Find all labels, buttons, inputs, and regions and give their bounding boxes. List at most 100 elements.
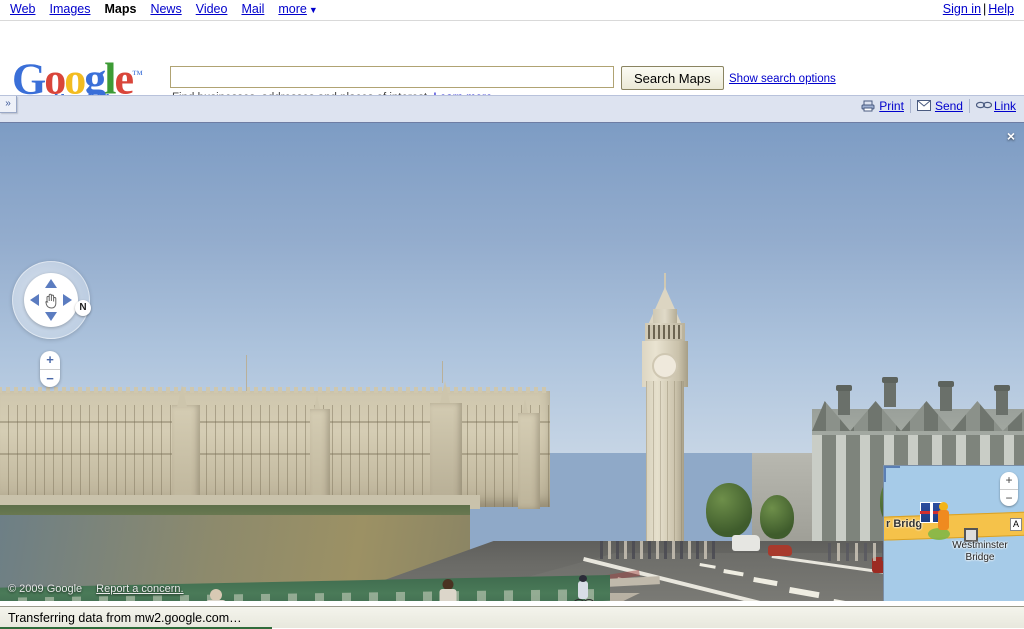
link-link[interactable]: Link (994, 99, 1016, 113)
chevron-down-icon: ▼ (307, 5, 318, 15)
palace-of-westminster (0, 391, 550, 507)
minimap-place-label: Westminster Bridge (940, 540, 1020, 564)
distant-crowd-left (600, 541, 720, 559)
north-tower (430, 403, 462, 509)
pedestrian-torso (206, 600, 226, 601)
belfry-louvres (648, 325, 682, 339)
close-panorama-button[interactable]: × (1004, 129, 1018, 143)
pan-down-arrow-icon[interactable] (45, 312, 57, 321)
tree-1 (706, 483, 752, 537)
account-links: Sign in|Help (943, 2, 1014, 16)
st-stephens-spire (314, 395, 320, 409)
nav-more-label[interactable]: more (278, 2, 306, 16)
tree-2 (760, 495, 794, 539)
nav-link-web[interactable]: Web (10, 2, 35, 16)
east-turret (518, 413, 540, 509)
panorama-zoom-control[interactable]: + − (40, 351, 60, 387)
print-action[interactable]: Print (861, 99, 904, 113)
chain-link-icon (976, 100, 990, 112)
facade-band-2 (0, 453, 550, 455)
nav-link-images[interactable]: Images (49, 2, 90, 16)
show-search-options-link[interactable]: Show search options (729, 73, 836, 85)
google-service-links: Web Images Maps News Video Mail more▼ (10, 2, 318, 16)
north-tower-spire (440, 381, 450, 403)
minimap-zoom-out-button[interactable]: − (1000, 490, 1018, 507)
browser-status-bar: Transferring data from mw2.google.com… (0, 606, 1024, 628)
minimap-zoom-in-button[interactable]: + (1000, 472, 1018, 490)
pan-control-inner (24, 273, 78, 327)
minimap-zoom-control[interactable]: + − (1000, 472, 1018, 506)
minimap-road-label: r Bridg (886, 518, 922, 530)
toolbar-divider-2 (969, 99, 970, 113)
nav-link-mail[interactable]: Mail (241, 2, 264, 16)
printer-icon (861, 100, 875, 112)
map-toolbar: » Print Send Link (0, 95, 1024, 123)
pegman-body (938, 510, 949, 530)
toolbar-divider-1 (910, 99, 911, 113)
minimap-marker-a[interactable]: A (1010, 518, 1022, 531)
compass-north-indicator[interactable]: N (75, 300, 91, 316)
shaft-pilasters (646, 381, 684, 555)
central-tower-spire (177, 385, 187, 407)
central-tower (172, 405, 200, 509)
pan-up-arrow-icon[interactable] (45, 279, 57, 288)
east-turret-spire (522, 399, 528, 413)
pedestrian-3 (204, 589, 228, 601)
minimap-place-line1: Westminster (952, 540, 1007, 551)
cyclist-midground (570, 575, 596, 601)
sign-in-link[interactable]: Sign in (943, 2, 981, 16)
roof-flagpole (246, 355, 247, 391)
pedestrian-torso (440, 589, 457, 601)
minimap-place-line2: Bridge (966, 552, 995, 563)
panorama-attribution: © 2009 Google Report a concern. (8, 583, 184, 595)
st-stephens-tower (310, 409, 330, 509)
car-red-2 (768, 545, 792, 556)
nav-link-news[interactable]: News (150, 2, 181, 16)
chimney-1 (838, 389, 850, 415)
parapet-crenellation (0, 387, 550, 393)
hand-grab-icon[interactable] (42, 291, 60, 309)
top-navigation-bar: Web Images Maps News Video Mail more▼ Si… (0, 0, 1024, 21)
nav-link-video[interactable]: Video (196, 2, 228, 16)
pegman-icon[interactable] (936, 502, 950, 532)
map-action-links: Print Send Link (861, 99, 1016, 113)
expand-sidebar-button[interactable]: » (0, 96, 17, 113)
pan-right-arrow-icon[interactable] (63, 294, 72, 306)
search-header: Google™ Maps UK Search Maps Show search … (0, 21, 1024, 95)
send-link[interactable]: Send (935, 99, 963, 113)
chimney-3 (940, 385, 952, 411)
nav-link-maps: Maps (104, 2, 136, 16)
trademark-symbol: ™ (132, 69, 143, 81)
report-a-concern-link[interactable]: Report a concern. (96, 583, 183, 595)
copyright-text: © 2009 Google (8, 583, 82, 595)
print-link[interactable]: Print (879, 99, 904, 113)
tower-shaft (646, 381, 684, 555)
search-maps-button[interactable]: Search Maps (621, 66, 724, 90)
panorama-zoom-in-button[interactable]: + (40, 351, 60, 370)
tower-belfry (645, 323, 685, 341)
help-link[interactable]: Help (988, 2, 1014, 16)
pan-control[interactable]: N (12, 261, 90, 339)
link-action[interactable]: Link (976, 99, 1016, 113)
panorama-zoom-out-button[interactable]: − (40, 370, 60, 388)
status-text: Transferring data from mw2.google.com… (8, 611, 242, 625)
roof-mast (442, 361, 443, 383)
overview-mini-map[interactable]: r Bridg Westminster Bridge A + − (883, 465, 1024, 601)
van-white (732, 535, 760, 551)
envelope-icon (917, 100, 931, 112)
send-action[interactable]: Send (917, 99, 963, 113)
minimap-expand-corner-handle[interactable] (884, 466, 900, 482)
cyclist-helmet (579, 575, 587, 582)
chimney-2 (884, 381, 896, 407)
search-input[interactable] (170, 66, 614, 88)
facade-band-1 (0, 421, 550, 423)
chimney-4 (996, 389, 1008, 415)
pedestrian-4 (438, 579, 458, 601)
nav-link-more[interactable]: more▼ (278, 2, 317, 16)
clock-face (652, 353, 678, 379)
cyclist-torso (578, 581, 588, 599)
pan-left-arrow-icon[interactable] (30, 294, 39, 306)
bicycle-wheel-front (582, 599, 596, 601)
big-ben-clock-tower (640, 273, 690, 555)
street-view-panorama[interactable]: BUS STOP (0, 123, 1024, 601)
